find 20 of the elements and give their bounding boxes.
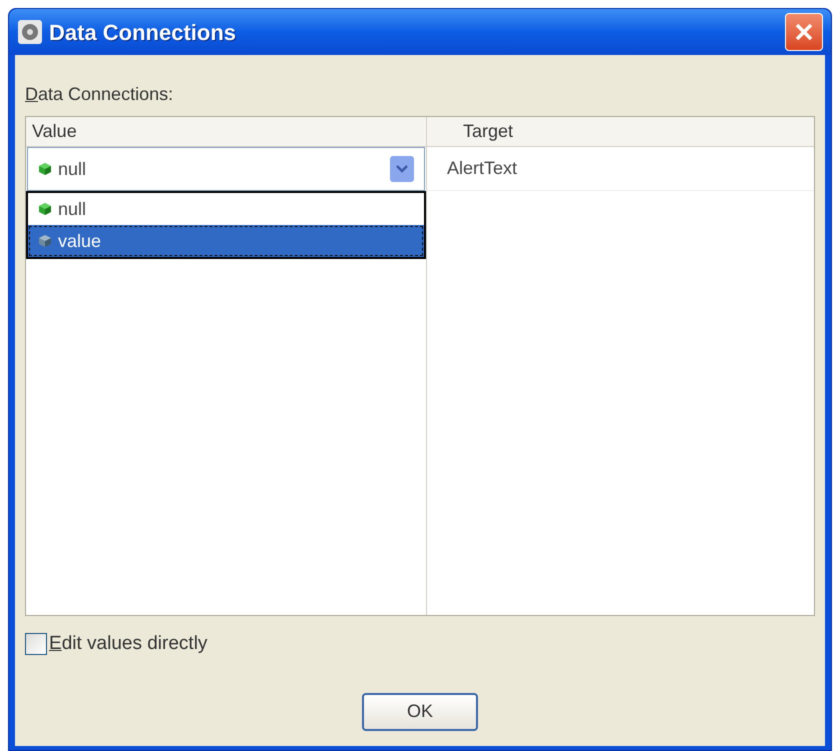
checkbox[interactable] xyxy=(25,633,47,656)
value-combobox[interactable]: null xyxy=(27,147,425,191)
cube-icon xyxy=(38,202,52,216)
chevron-down-icon xyxy=(396,165,408,173)
window-title: Data Connections xyxy=(49,18,236,46)
column-header: Target xyxy=(427,117,814,147)
column-header: Value xyxy=(26,117,426,147)
checkbox-label: Edit values directly xyxy=(49,632,208,656)
edit-checkbox[interactable]: Edit values directly xyxy=(25,630,208,658)
ok-button[interactable]: OK xyxy=(362,692,478,730)
section-label: Data Connections: xyxy=(25,83,174,106)
cube-icon xyxy=(38,234,52,248)
table-cell: AlertText xyxy=(427,147,814,191)
dropdown-option[interactable]: null xyxy=(28,193,424,225)
close-icon xyxy=(794,22,814,42)
combobox-value: null xyxy=(58,158,86,180)
close-button[interactable] xyxy=(785,13,823,51)
cube-icon xyxy=(38,162,52,176)
dropdown-option[interactable]: value xyxy=(28,225,424,257)
dropdown-button[interactable] xyxy=(390,156,414,182)
